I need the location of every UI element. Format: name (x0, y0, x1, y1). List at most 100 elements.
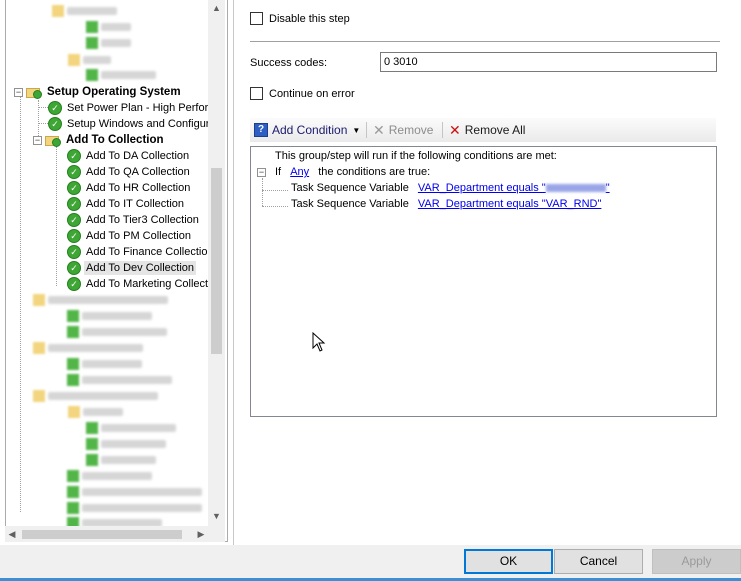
cancel-button[interactable]: Cancel (554, 549, 643, 574)
tree-item-set-power-plan[interactable]: ✓ Set Power Plan - High Perform (48, 100, 219, 116)
tree-guide-line (38, 107, 48, 108)
tree-item-label-redacted (82, 488, 202, 496)
toolbar-separator (366, 122, 367, 138)
tree-item-blurred[interactable] (67, 500, 202, 516)
scroll-up-arrow-icon[interactable]: ▲ (208, 0, 225, 16)
pane-divider (233, 0, 234, 545)
tree-item-blurred[interactable] (33, 388, 158, 404)
condition-expression-link[interactable]: VAR_Department equals " " (418, 182, 610, 194)
add-condition-icon: ? (254, 123, 268, 137)
check-icon: ✓ (48, 101, 62, 115)
tree-item-setup-operating-system[interactable]: − Setup Operating System (14, 84, 183, 100)
tree-item-add-to-pm[interactable]: ✓ Add To PM Collection (67, 228, 193, 244)
scrollbar-corner (208, 526, 225, 542)
tree-item-blurred[interactable] (52, 3, 117, 19)
tree-item-add-to-marketing[interactable]: ✓ Add To Marketing Collecti (67, 276, 213, 292)
tree-item-blurred[interactable] (67, 308, 152, 324)
tree-item-blurred[interactable] (67, 356, 142, 372)
condition-expression-link[interactable]: VAR_Department equals "VAR_RND" (418, 198, 601, 210)
section-divider (250, 41, 720, 42)
tree-item-blurred[interactable] (86, 420, 176, 436)
condition-type-label: Task Sequence Variable (291, 182, 409, 194)
tree-item-add-to-finance[interactable]: ✓ Add To Finance Collectio (67, 244, 209, 260)
any-link[interactable]: Any (290, 166, 309, 178)
tree-item-blurred[interactable] (67, 372, 172, 388)
condition-type-label: Task Sequence Variable (291, 198, 409, 210)
conditions-tree[interactable]: This group/step will run if the followin… (250, 146, 717, 417)
tree-item-label-redacted (82, 312, 152, 320)
collapse-icon[interactable]: − (14, 87, 23, 97)
tree-item-blurred[interactable] (67, 484, 202, 500)
tree-item-label-redacted (101, 440, 166, 448)
collapse-icon[interactable]: − (33, 135, 42, 145)
step-icon (86, 454, 98, 466)
scroll-right-arrow-icon[interactable]: ▶ (194, 526, 208, 542)
remove-button[interactable]: ✕ Remove (373, 121, 433, 139)
add-condition-label: Add Condition (272, 123, 348, 137)
disable-step-checkbox[interactable] (250, 12, 263, 25)
tree-guide-line (262, 206, 288, 207)
tree-horizontal-scroll-thumb[interactable] (22, 530, 182, 539)
tree-item-blurred[interactable] (68, 52, 111, 68)
tree-item-blurred[interactable] (86, 436, 166, 452)
folder-icon (33, 390, 45, 402)
tree-item-blurred[interactable] (68, 404, 123, 420)
step-icon (67, 310, 79, 322)
collapse-icon[interactable]: − (257, 168, 266, 177)
ok-button[interactable]: OK (464, 549, 553, 574)
tree-item-label-redacted (82, 376, 172, 384)
chevron-down-icon[interactable]: ▼ (352, 126, 360, 135)
add-condition-button[interactable]: ? Add Condition ▼ (254, 121, 360, 139)
tree-item-blurred[interactable] (86, 35, 131, 51)
check-icon: ✓ (67, 261, 81, 275)
tree-item-add-to-collection[interactable]: − Add To Collection (33, 132, 166, 148)
condition-expression-suffix: " (605, 182, 610, 194)
tree-item-blurred[interactable] (67, 324, 167, 340)
scroll-down-arrow-icon[interactable]: ▼ (208, 508, 225, 524)
folder-icon (33, 342, 45, 354)
condition-item[interactable]: Task Sequence Variable VAR_Department eq… (291, 198, 601, 211)
tree-item-label-redacted (83, 408, 123, 416)
tree-item-label: Add To PM Collection (86, 230, 191, 242)
success-codes-input[interactable] (380, 52, 717, 72)
check-icon: ✓ (67, 197, 81, 211)
continue-on-error-checkbox[interactable] (250, 87, 263, 100)
tree-item-label-redacted (82, 504, 202, 512)
tree-item-blurred[interactable] (86, 67, 156, 83)
tree-item-blurred[interactable] (33, 340, 143, 356)
toolbar-separator (442, 122, 443, 138)
step-icon (67, 470, 79, 482)
tree-item-add-to-it[interactable]: ✓ Add To IT Collection (67, 196, 186, 212)
apply-button[interactable]: Apply (652, 549, 741, 574)
tree-item-add-to-da[interactable]: ✓ Add To DA Collection (67, 148, 191, 164)
tree-item-add-to-hr[interactable]: ✓ Add To HR Collection (67, 180, 192, 196)
tree-guide-line (20, 92, 21, 512)
tree-item-add-to-dev[interactable]: ✓ Add To Dev Collection (67, 260, 197, 276)
tree-item-blurred[interactable] (86, 19, 131, 35)
tree-item-label-redacted (48, 344, 143, 352)
tree-item-setup-windows[interactable]: ✓ Setup Windows and Configura (48, 116, 218, 132)
tree-item-add-to-qa[interactable]: ✓ Add To QA Collection (67, 164, 192, 180)
tree-item-add-to-tier3[interactable]: ✓ Add To Tier3 Collection (67, 212, 201, 228)
remove-x-icon: ✕ (373, 122, 385, 138)
step-icon (67, 358, 79, 370)
tree-item-blurred[interactable] (86, 452, 156, 468)
step-icon (86, 422, 98, 434)
tree-vertical-scroll-thumb[interactable] (211, 168, 222, 354)
tree-guide-line (38, 123, 48, 124)
scroll-left-arrow-icon[interactable]: ◀ (5, 526, 19, 542)
remove-all-button[interactable]: ✕ Remove All (449, 121, 525, 139)
tree-item-blurred[interactable] (33, 292, 168, 308)
tree-item-blurred[interactable] (67, 468, 152, 484)
condition-item[interactable]: Task Sequence Variable VAR_Department eq… (291, 182, 610, 195)
check-icon: ✓ (67, 149, 81, 163)
success-codes-label: Success codes: (250, 57, 328, 69)
step-icon (67, 486, 79, 498)
folder-check-icon (45, 134, 61, 147)
disable-step-label: Disable this step (269, 13, 350, 25)
tree-item-label-redacted (83, 56, 111, 64)
step-icon (86, 69, 98, 81)
tree-item-label: Add To Finance Collectio (86, 246, 208, 258)
task-sequence-tree[interactable]: − Setup Operating System ✓ Set Power Pla… (5, 0, 228, 542)
folder-icon (68, 54, 80, 66)
